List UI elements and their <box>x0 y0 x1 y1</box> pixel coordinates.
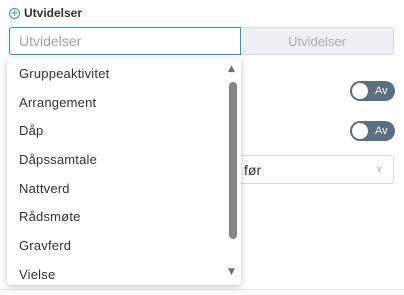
timing-select[interactable]: før ∨ <box>233 155 394 184</box>
toggle-switch-2[interactable]: Av <box>350 121 395 141</box>
extensions-header[interactable]: + Utvidelser <box>9 6 82 20</box>
extensions-add-button[interactable]: Utvidelser <box>241 27 394 55</box>
dropdown-scrollbar[interactable]: ▲ ▼ <box>227 64 239 278</box>
dropdown-option-gruppeaktivitet[interactable]: Gruppeaktivitet <box>19 66 109 81</box>
scrollbar-thumb[interactable] <box>229 82 237 239</box>
scroll-up-icon[interactable]: ▲ <box>228 64 235 74</box>
toggle-label: Av <box>375 125 388 137</box>
extensions-search-row: Utvidelser <box>9 27 394 55</box>
dropdown-option-gravferd[interactable]: Gravferd <box>19 238 71 253</box>
toggle-switch-1[interactable]: Av <box>350 81 395 101</box>
bottom-divider <box>0 289 404 290</box>
toggle-knob <box>352 83 368 99</box>
dropdown-option-dap[interactable]: Dåp <box>19 123 43 138</box>
dropdown-option-dapssamtale[interactable]: Dåpssamtale <box>19 152 97 167</box>
toggle-label: Av <box>375 85 388 97</box>
toggle-knob <box>352 123 368 139</box>
scroll-down-icon[interactable]: ▼ <box>228 267 235 277</box>
extensions-search-input[interactable] <box>9 27 241 55</box>
plus-circle-icon[interactable]: + <box>9 7 20 19</box>
dropdown-option-radsmote[interactable]: Rådsmøte <box>19 209 81 224</box>
dropdown-option-arrangement[interactable]: Arrangement <box>19 95 96 110</box>
dropdown-option-nattverd[interactable]: Nattverd <box>19 181 70 196</box>
extensions-dropdown: Gruppeaktivitet Arrangement Dåp Dåpssamt… <box>7 58 241 285</box>
chevron-down-icon: ∨ <box>375 164 383 175</box>
timing-select-value: før <box>244 161 262 178</box>
extensions-title: Utvidelser <box>24 6 83 20</box>
dropdown-option-vielse[interactable]: Vielse <box>19 267 55 282</box>
